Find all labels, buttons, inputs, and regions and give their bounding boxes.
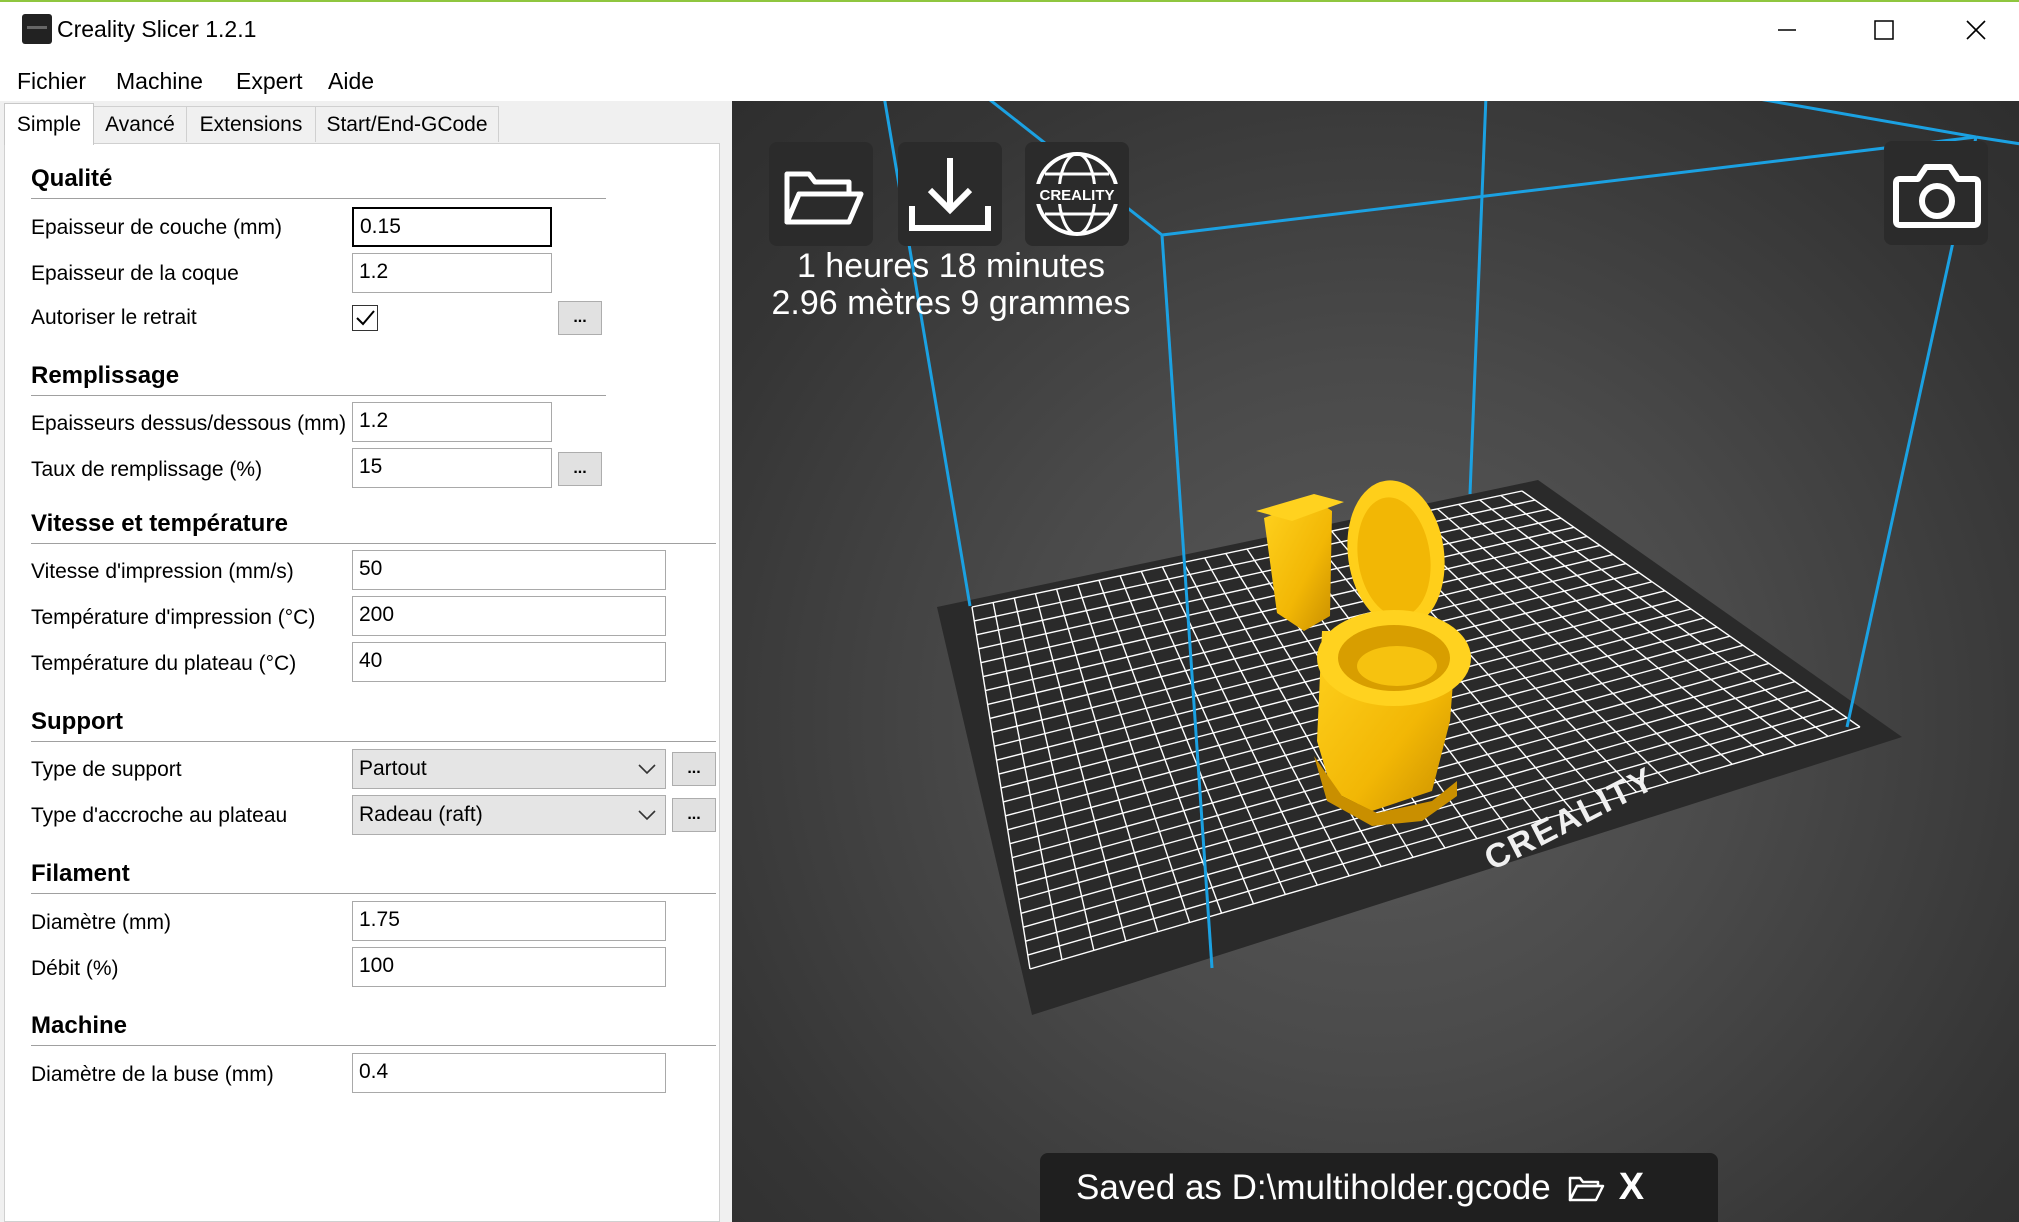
retraction-label: Autoriser le retrait bbox=[31, 306, 197, 329]
close-icon bbox=[1966, 20, 1986, 40]
web-logo-text: CREALITY bbox=[1040, 187, 1115, 204]
screenshot-button[interactable] bbox=[1884, 141, 1988, 245]
nozzle-diameter-label: Diamètre de la buse (mm) bbox=[31, 1063, 274, 1086]
print-time: 1 heures 18 minutes bbox=[796, 247, 1106, 285]
tab-extensions[interactable]: Extensions bbox=[186, 106, 316, 142]
tab-start-end-gcode[interactable]: Start/End-GCode bbox=[315, 106, 499, 142]
section-divider bbox=[31, 198, 606, 199]
maximize-icon bbox=[1874, 20, 1894, 40]
section-title-vitesse: Vitesse et température bbox=[31, 510, 289, 537]
minimize-button[interactable] bbox=[1741, 0, 1833, 60]
app-icon bbox=[22, 14, 52, 44]
bed-temperature-input[interactable]: 40 bbox=[352, 642, 666, 682]
chevron-down-icon bbox=[638, 810, 656, 821]
globe-icon: CREALITY bbox=[1029, 152, 1125, 236]
layer-height-input[interactable]: 0.15 bbox=[352, 207, 552, 247]
section-title-qualite: Qualité bbox=[31, 165, 113, 192]
checkmark-icon bbox=[356, 310, 375, 326]
folder-open-icon bbox=[784, 171, 864, 225]
print-material: 2.96 mètres 9 grammes bbox=[771, 284, 1131, 322]
adhesion-type-select[interactable]: Radeau (raft) bbox=[352, 795, 666, 835]
filament-diameter-label: Diamètre (mm) bbox=[31, 911, 171, 934]
top-bottom-thickness-input[interactable]: 1.2 bbox=[352, 402, 552, 442]
top-bottom-thickness-label: Epaisseurs dessus/dessous (mm) bbox=[31, 412, 347, 435]
close-notification-button[interactable]: X bbox=[1619, 1166, 1644, 1209]
print-speed-label: Vitesse d'impression (mm/s) bbox=[31, 560, 294, 583]
adhesion-settings-button[interactable]: ... bbox=[672, 798, 716, 832]
download-icon bbox=[909, 158, 991, 231]
print-temperature-input[interactable]: 200 bbox=[352, 596, 666, 636]
section-title-machine: Machine bbox=[31, 1012, 128, 1039]
close-button[interactable] bbox=[1930, 0, 2019, 60]
support-type-value: Partout bbox=[359, 757, 427, 780]
retraction-settings-button[interactable]: ... bbox=[558, 301, 602, 335]
menu-aide[interactable]: Aide bbox=[328, 68, 374, 95]
title-bar bbox=[0, 0, 2019, 60]
section-divider bbox=[31, 893, 716, 894]
fill-density-label: Taux de remplissage (%) bbox=[31, 458, 263, 481]
section-title-support: Support bbox=[31, 708, 123, 735]
flow-label: Débit (%) bbox=[31, 957, 119, 980]
layer-height-label: Epaisseur de couche (mm) bbox=[31, 216, 282, 239]
support-type-label: Type de support bbox=[31, 758, 182, 781]
print-stats: 1 heures 18 minutes 2.96 mètres 9 gramme… bbox=[732, 248, 1170, 322]
menu-expert[interactable]: Expert bbox=[236, 68, 302, 95]
menu-fichier[interactable]: Fichier bbox=[17, 68, 86, 95]
folder-open-icon[interactable] bbox=[1567, 1172, 1605, 1204]
fill-density-input[interactable]: 15 bbox=[352, 448, 552, 488]
adhesion-type-label: Type d'accroche au plateau bbox=[31, 804, 288, 827]
adhesion-type-value: Radeau (raft) bbox=[359, 803, 483, 826]
section-divider bbox=[31, 395, 606, 396]
minimize-icon bbox=[1778, 29, 1796, 31]
creality-cloud-button[interactable]: CREALITY bbox=[1025, 142, 1129, 246]
save-gcode-button[interactable] bbox=[898, 142, 1002, 246]
chevron-down-icon bbox=[638, 764, 656, 775]
nozzle-diameter-input[interactable]: 0.4 bbox=[352, 1053, 666, 1093]
menu-bar bbox=[0, 60, 2019, 100]
section-divider bbox=[31, 741, 716, 742]
bed-temperature-label: Température du plateau (°C) bbox=[31, 652, 297, 675]
shell-thickness-input[interactable]: 1.2 bbox=[352, 253, 552, 293]
menu-machine[interactable]: Machine bbox=[116, 68, 203, 95]
shell-thickness-label: Epaisseur de la coque bbox=[31, 262, 239, 285]
print-speed-input[interactable]: 50 bbox=[352, 550, 666, 590]
section-divider bbox=[31, 1045, 716, 1046]
section-divider bbox=[31, 543, 716, 544]
maximize-button[interactable] bbox=[1838, 0, 1930, 60]
tab-simple[interactable]: Simple bbox=[4, 103, 94, 145]
tab-avance[interactable]: Avancé bbox=[93, 106, 187, 142]
saved-path-text: Saved as D:\multiholder.gcode bbox=[1076, 1167, 1551, 1207]
flow-input[interactable]: 100 bbox=[352, 947, 666, 987]
fill-settings-button[interactable]: ... bbox=[558, 452, 602, 486]
save-notification: Saved as D:\multiholder.gcode X bbox=[1040, 1153, 1718, 1222]
support-type-select[interactable]: Partout bbox=[352, 749, 666, 789]
section-title-remplissage: Remplissage bbox=[31, 362, 180, 389]
camera-icon bbox=[1893, 164, 1981, 228]
support-settings-button[interactable]: ... bbox=[672, 752, 716, 786]
retraction-checkbox[interactable] bbox=[352, 305, 378, 331]
print-temperature-label: Température d'impression (°C) bbox=[31, 606, 316, 629]
filament-diameter-input[interactable]: 1.75 bbox=[352, 901, 666, 941]
section-title-filament: Filament bbox=[31, 860, 130, 887]
window-title: Creality Slicer 1.2.1 bbox=[57, 16, 257, 42]
open-file-button[interactable] bbox=[769, 142, 873, 246]
